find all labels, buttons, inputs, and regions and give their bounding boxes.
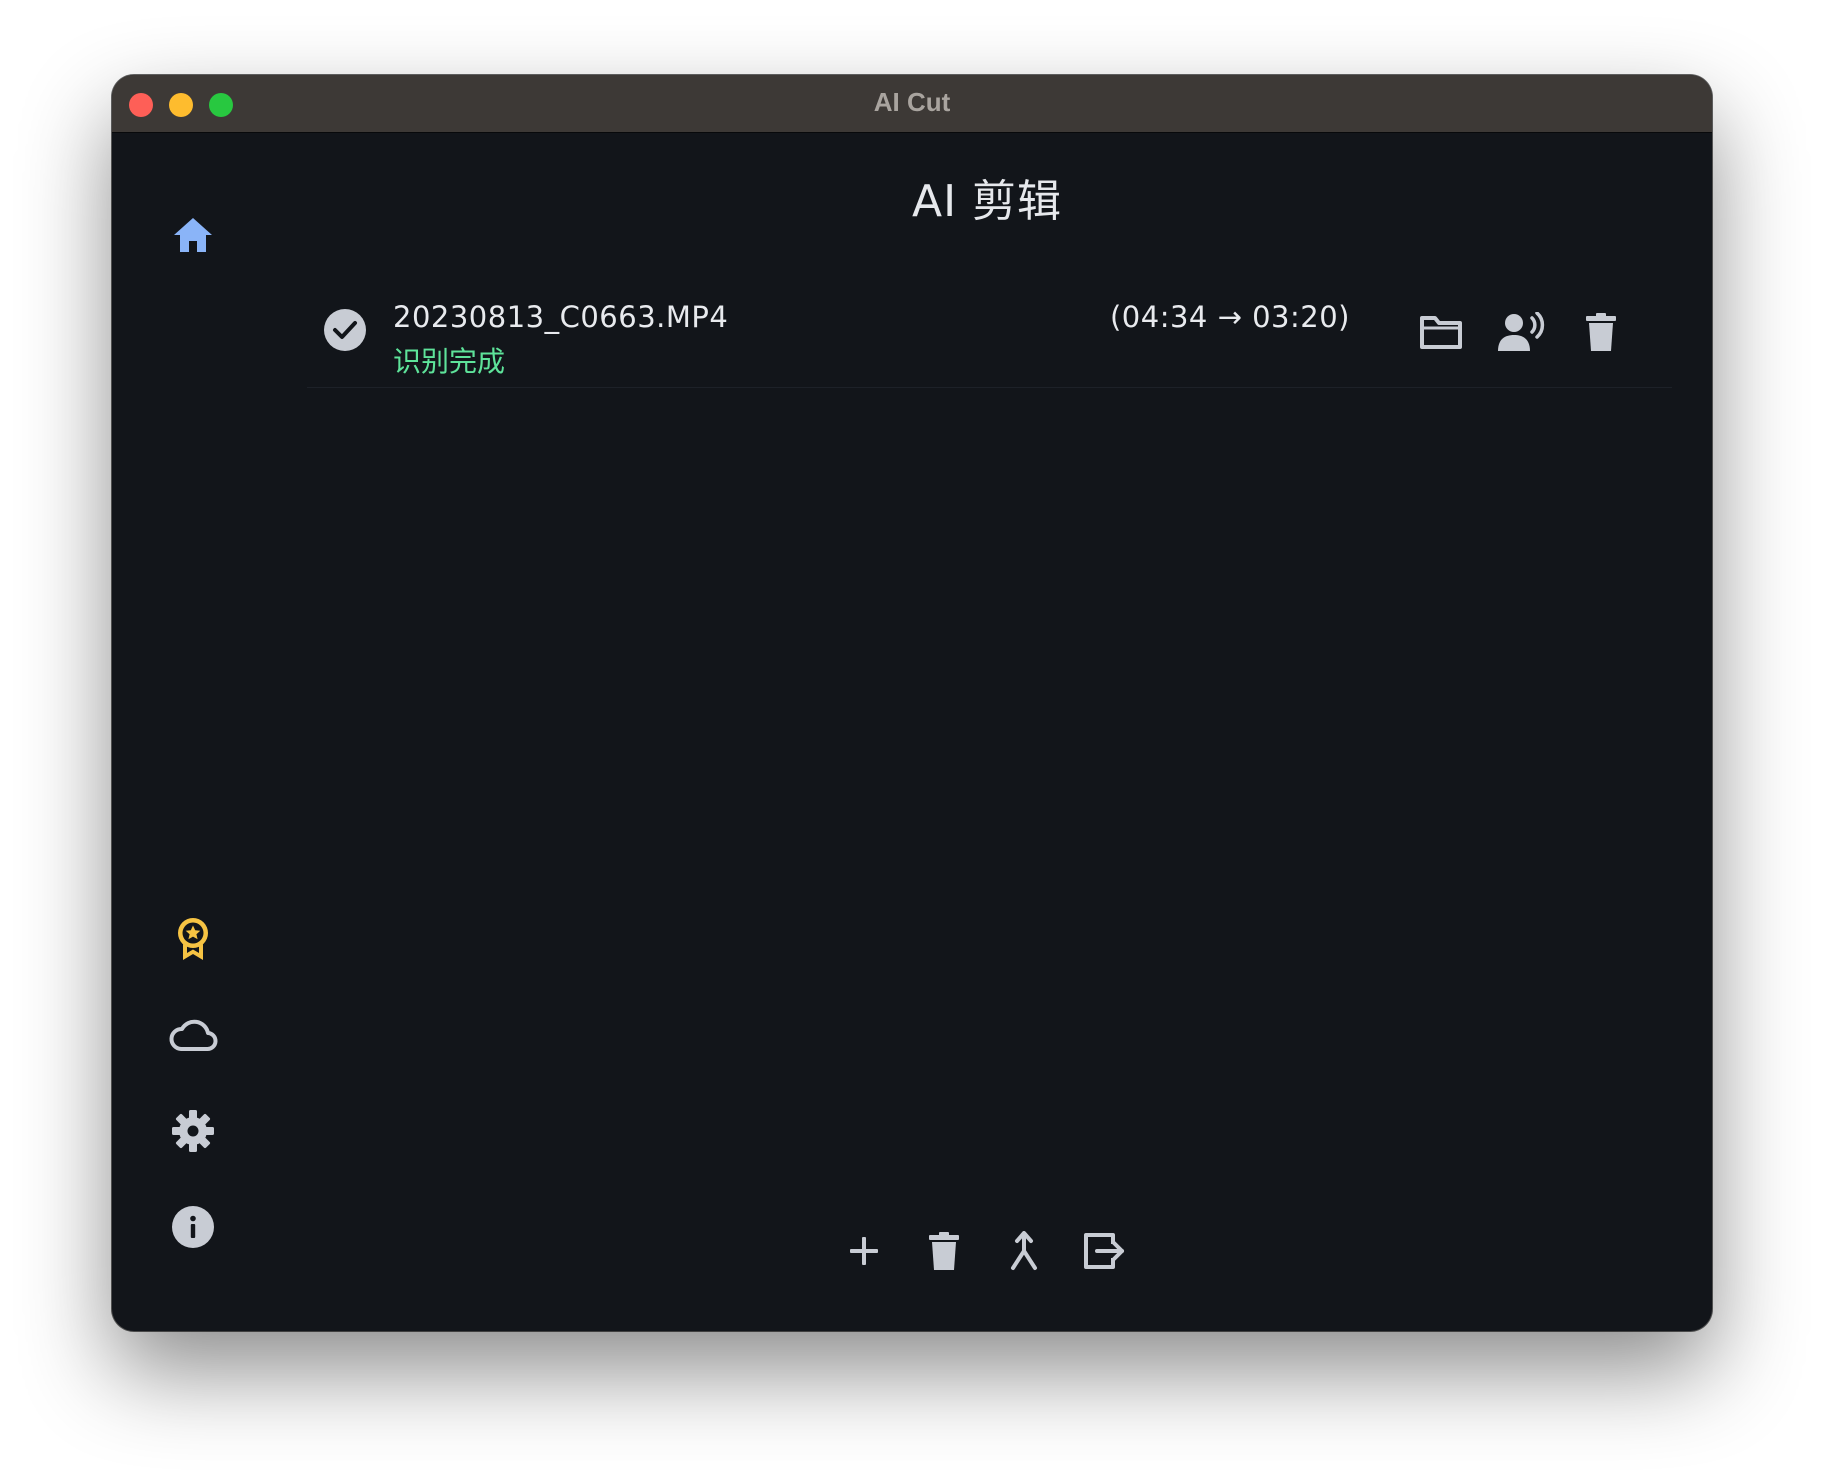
file-status: 识别完成 xyxy=(393,345,506,378)
gear-icon xyxy=(172,1110,214,1152)
title-bar: AI Cut xyxy=(112,75,1712,133)
file-name: 20230813_C0663.MP4 xyxy=(393,300,729,334)
file-duration: (04:34 → 03:20) xyxy=(1109,300,1350,334)
home-icon xyxy=(174,218,212,252)
merge-button[interactable] xyxy=(998,1225,1050,1277)
window-title: AI Cut xyxy=(873,87,951,117)
sidebar-item-settings[interactable] xyxy=(163,1101,223,1161)
sidebar-item-info[interactable] xyxy=(163,1197,223,1257)
plus-icon xyxy=(850,1237,878,1265)
speaker-recognition-button[interactable] xyxy=(1495,306,1547,358)
delete-file-button[interactable] xyxy=(1575,306,1627,358)
export-button[interactable] xyxy=(1078,1225,1130,1277)
check-circle-icon xyxy=(324,309,366,351)
add-file-button[interactable] xyxy=(838,1225,890,1277)
delete-all-button[interactable] xyxy=(918,1225,970,1277)
cloud-icon xyxy=(169,1019,218,1051)
merge-icon xyxy=(1011,1231,1037,1270)
info-icon xyxy=(172,1206,214,1248)
sidebar-item-home[interactable] xyxy=(163,205,223,265)
sidebar-item-cloud[interactable] xyxy=(163,1005,223,1065)
trash-icon xyxy=(929,1232,959,1270)
export-icon xyxy=(1084,1233,1124,1269)
page-title: AI 剪辑 xyxy=(911,176,1063,227)
app-window: AI Cut AI 剪辑 20230813_C0663.MP4 识别完成 (04… xyxy=(112,75,1712,1331)
trash-icon xyxy=(1586,313,1616,351)
speaker-icon xyxy=(1498,312,1545,351)
award-icon xyxy=(178,918,208,960)
sidebar-item-award[interactable] xyxy=(163,909,223,969)
open-folder-button[interactable] xyxy=(1415,306,1467,358)
folder-icon xyxy=(1420,316,1462,349)
file-list-item[interactable]: 20230813_C0663.MP4 识别完成 (04:34 → 03:20) xyxy=(307,270,1672,388)
